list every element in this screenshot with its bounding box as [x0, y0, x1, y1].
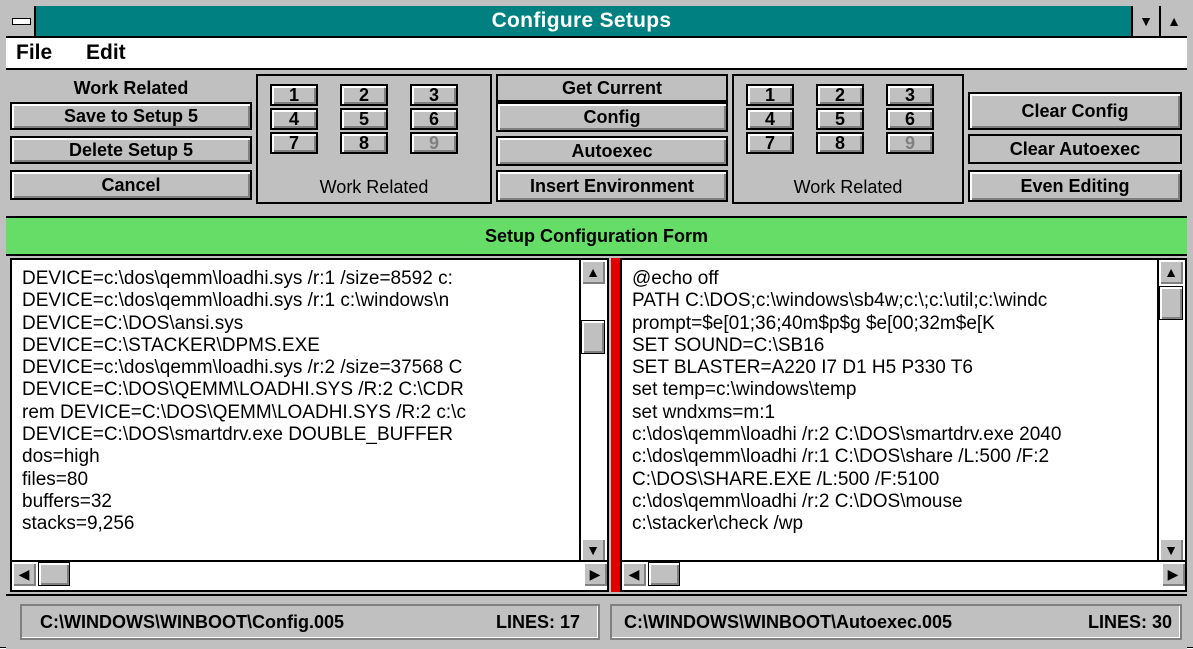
- right-setup-selector: 123 456 789 Work Related: [732, 74, 964, 204]
- menu-edit[interactable]: Edit: [86, 38, 126, 68]
- save-setup-button[interactable]: Save to Setup 5: [10, 102, 252, 130]
- text-line[interactable]: @echo off: [632, 268, 1153, 290]
- cancel-button[interactable]: Cancel: [10, 170, 252, 200]
- menu-file[interactable]: File: [16, 38, 52, 68]
- even-editing-button[interactable]: Even Editing: [968, 170, 1182, 202]
- text-line[interactable]: files=80: [22, 469, 575, 491]
- setup-number-button[interactable]: 2: [816, 84, 864, 106]
- autoexec-path: C:\WINDOWS\WINBOOT\Autoexec.005: [624, 612, 953, 632]
- setup-number-button[interactable]: 2: [340, 84, 388, 106]
- menu-bar: File Edit: [6, 38, 1187, 70]
- scroll-left-icon[interactable]: ◀: [12, 562, 36, 586]
- setup-number-button[interactable]: 8: [816, 132, 864, 154]
- scroll-up-icon[interactable]: ▲: [581, 260, 605, 284]
- text-line[interactable]: DEVICE=c:\dos\qemm\loadhi.sys /r:2 /size…: [22, 357, 575, 379]
- setup-number-button[interactable]: 7: [270, 132, 318, 154]
- text-line[interactable]: DEVICE=C:\DOS\smartdrv.exe DOUBLE_BUFFER: [22, 424, 575, 446]
- config-horizontal-scrollbar[interactable]: ◀ ▶: [12, 560, 607, 590]
- scroll-thumb[interactable]: [38, 562, 70, 586]
- setup-number-button[interactable]: 1: [270, 84, 318, 106]
- toolbar: Work Related Save to Setup 5 Delete Setu…: [6, 70, 1187, 218]
- scroll-right-icon[interactable]: ▶: [583, 562, 607, 586]
- insert-environment-button[interactable]: Insert Environment: [496, 170, 728, 202]
- setup-number-button[interactable]: 9: [886, 132, 934, 154]
- maximize-button[interactable]: ▲: [1159, 6, 1187, 36]
- scroll-left-icon[interactable]: ◀: [622, 562, 646, 586]
- right-setup-label: Work Related: [793, 177, 903, 197]
- setup-number-button[interactable]: 3: [410, 84, 458, 106]
- setup-name-label: Work Related: [10, 74, 252, 102]
- autoexec-horizontal-scrollbar[interactable]: ◀ ▶: [622, 560, 1185, 590]
- text-line[interactable]: buffers=32: [22, 491, 575, 513]
- scroll-up-icon[interactable]: ▲: [1159, 260, 1183, 284]
- text-line[interactable]: DEVICE=c:\dos\qemm\loadhi.sys /r:1 /size…: [22, 268, 575, 290]
- left-setup-selector: 123 456 789 Work Related: [256, 74, 492, 204]
- delete-setup-button[interactable]: Delete Setup 5: [10, 136, 252, 164]
- text-line[interactable]: DEVICE=c:\dos\qemm\loadhi.sys /r:1 c:\wi…: [22, 290, 575, 312]
- config-vertical-scrollbar[interactable]: ▲ ▼: [579, 260, 607, 562]
- text-line[interactable]: SET BLASTER=A220 I7 D1 H5 P330 T6: [632, 357, 1153, 379]
- minimize-button[interactable]: ▼: [1131, 6, 1159, 36]
- left-setup-label: Work Related: [319, 177, 429, 197]
- text-line[interactable]: DEVICE=C:\DOS\ansi.sys: [22, 313, 575, 335]
- text-line[interactable]: dos=high: [22, 446, 575, 468]
- setup-number-button[interactable]: 4: [746, 108, 794, 130]
- setup-number-button[interactable]: 3: [886, 84, 934, 106]
- text-line[interactable]: c:\dos\qemm\loadhi /r:2 C:\DOS\smartdrv.…: [632, 424, 1153, 446]
- get-autoexec-button[interactable]: Autoexec: [496, 136, 728, 166]
- setup-number-button[interactable]: 7: [746, 132, 794, 154]
- clear-config-button[interactable]: Clear Config: [968, 92, 1182, 130]
- config-status: C:\WINDOWS\WINBOOT\Config.005 LINES: 17: [20, 604, 600, 640]
- get-current-label: Get Current: [496, 74, 728, 102]
- configure-setups-window: Configure Setups ▼ ▲ File Edit Work Rela…: [0, 0, 1193, 649]
- setup-number-button[interactable]: 1: [746, 84, 794, 106]
- text-line[interactable]: C:\DOS\SHARE.EXE /L:500 /F:5100: [632, 469, 1153, 491]
- scroll-thumb[interactable]: [581, 320, 605, 354]
- autoexec-vertical-scrollbar[interactable]: ▲ ▼: [1157, 260, 1185, 562]
- setup-number-button[interactable]: 5: [340, 108, 388, 130]
- triangle-up-icon: ▲: [1167, 13, 1181, 29]
- form-title: Setup Configuration Form: [6, 218, 1187, 256]
- text-line[interactable]: c:\stacker\check /wp: [632, 513, 1153, 535]
- scroll-down-icon[interactable]: ▼: [581, 538, 605, 562]
- config-line-count: LINES: 17: [495, 612, 580, 632]
- setup-number-button[interactable]: 5: [816, 108, 864, 130]
- clear-autoexec-button[interactable]: Clear Autoexec: [968, 134, 1182, 164]
- setup-number-button[interactable]: 8: [340, 132, 388, 154]
- text-line[interactable]: c:\dos\qemm\loadhi /r:1 C:\DOS\share /L:…: [632, 446, 1153, 468]
- scroll-thumb[interactable]: [648, 562, 680, 586]
- system-menu-button[interactable]: [6, 6, 36, 36]
- title-bar[interactable]: Configure Setups ▼ ▲: [6, 6, 1187, 38]
- text-line[interactable]: c:\dos\qemm\loadhi /r:2 C:\DOS\mouse: [632, 491, 1153, 513]
- autoexec-status: C:\WINDOWS\WINBOOT\Autoexec.005 LINES: 3…: [610, 604, 1182, 640]
- autoexec-text[interactable]: @echo off PATH C:\DOS;c:\windows\sb4w;c:\…: [632, 268, 1153, 536]
- scroll-right-icon[interactable]: ▶: [1161, 562, 1185, 586]
- config-path: C:\WINDOWS\WINBOOT\Config.005: [40, 612, 344, 632]
- get-config-button[interactable]: Config: [496, 102, 728, 132]
- text-line[interactable]: SET SOUND=C:\SB16: [632, 335, 1153, 357]
- text-line[interactable]: DEVICE=C:\STACKER\DPMS.EXE: [22, 335, 575, 357]
- setup-number-button[interactable]: 6: [886, 108, 934, 130]
- scroll-thumb[interactable]: [1159, 286, 1183, 320]
- text-line[interactable]: DEVICE=C:\DOS\QEMM\LOADHI.SYS /R:2 C:\CD…: [22, 379, 575, 401]
- text-line[interactable]: stacks=9,256: [22, 513, 575, 535]
- status-bar: C:\WINDOWS\WINBOOT\Config.005 LINES: 17 …: [6, 594, 1187, 649]
- splitter-bar[interactable]: [611, 258, 620, 592]
- triangle-down-icon: ▼: [1139, 13, 1153, 29]
- minus-icon: [12, 18, 31, 25]
- text-line[interactable]: rem DEVICE=C:\DOS\QEMM\LOADHI.SYS /R:2 c…: [22, 402, 575, 424]
- text-line[interactable]: prompt=$e[01;36;40m$p$g $e[00;32m$e[K: [632, 313, 1153, 335]
- text-line[interactable]: set temp=c:\windows\temp: [632, 379, 1153, 401]
- scroll-down-icon[interactable]: ▼: [1159, 538, 1183, 562]
- setup-number-button[interactable]: 9: [410, 132, 458, 154]
- text-line[interactable]: PATH C:\DOS;c:\windows\sb4w;c:\;c:\util;…: [632, 290, 1153, 312]
- window-title: Configure Setups: [491, 9, 672, 32]
- setup-number-button[interactable]: 4: [270, 108, 318, 130]
- autoexec-editor[interactable]: @echo off PATH C:\DOS;c:\windows\sb4w;c:\…: [620, 258, 1187, 592]
- config-text[interactable]: DEVICE=c:\dos\qemm\loadhi.sys /r:1 /size…: [22, 268, 575, 536]
- text-line[interactable]: set wndxms=m:1: [632, 402, 1153, 424]
- setup-number-button[interactable]: 6: [410, 108, 458, 130]
- autoexec-line-count: LINES: 30: [1087, 612, 1172, 632]
- config-editor[interactable]: DEVICE=c:\dos\qemm\loadhi.sys /r:1 /size…: [10, 258, 609, 592]
